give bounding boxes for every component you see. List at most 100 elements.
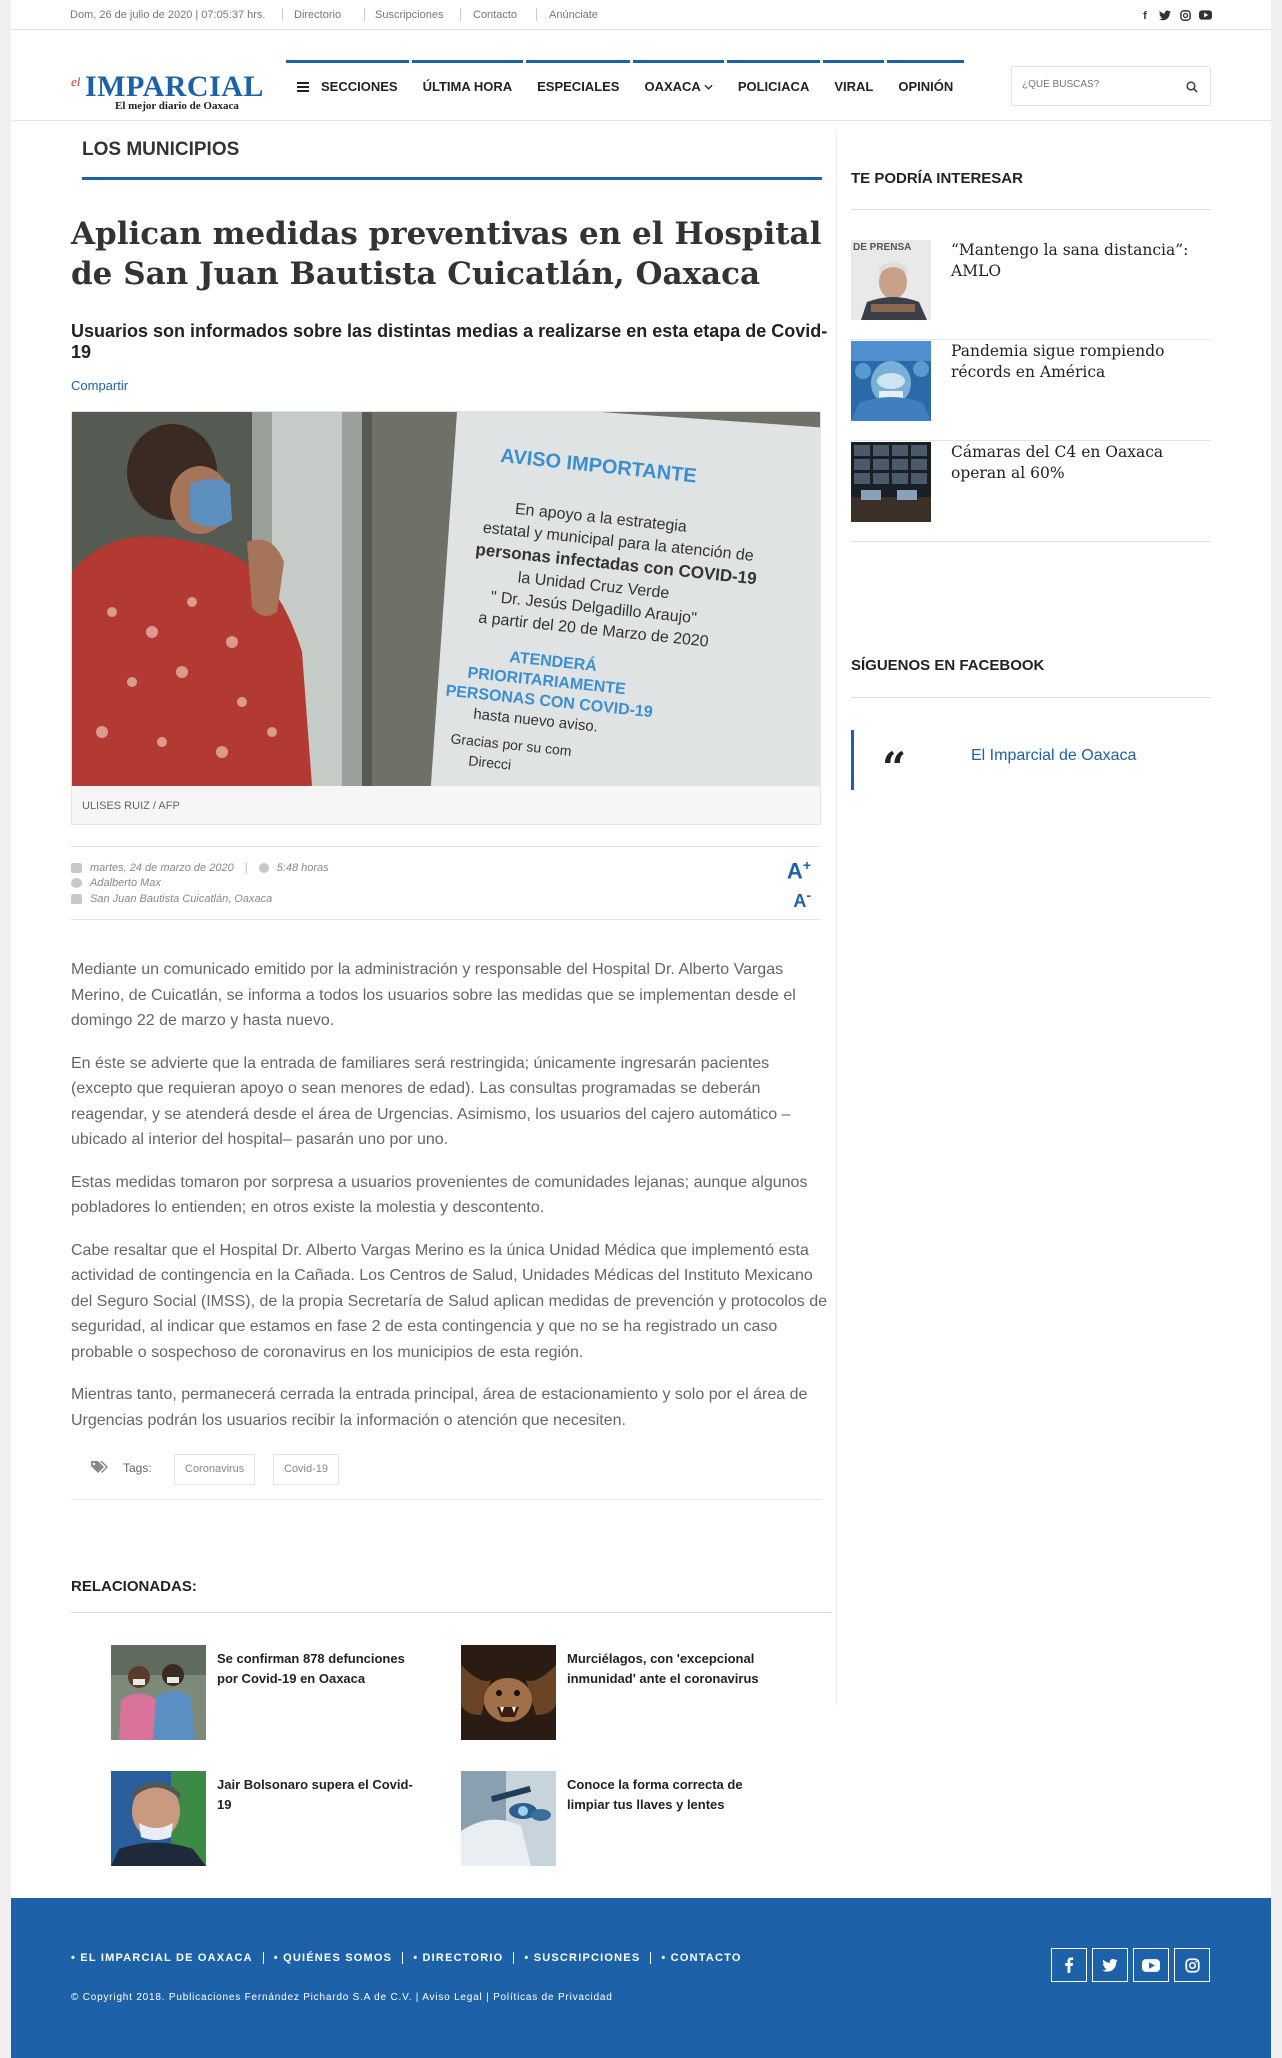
facebook-divider	[851, 697, 1211, 698]
youtube-icon[interactable]	[1199, 10, 1212, 22]
share-link[interactable]: Compartir	[71, 378, 128, 393]
sidebar-item[interactable]: Cámaras del C4 en Oaxaca operan al 60%	[851, 442, 1211, 542]
article-headline: Aplican medidas preventivas en el Hospit…	[71, 216, 822, 292]
page: Dom, 26 de julio de 2020 | 07:05:37 hrs.…	[11, 0, 1271, 2058]
calendar-icon	[71, 863, 82, 874]
sidebar-item[interactable]: Pandemia sigue rompiendo récords en Amér…	[851, 341, 1211, 441]
font-size-controls: A+ A-	[787, 853, 811, 913]
related-thumbnail[interactable]	[461, 1645, 556, 1740]
quote-icon: “	[882, 743, 907, 792]
footer-link-directorio[interactable]: • DIRECTORIO	[403, 1952, 515, 1964]
tags-icon	[91, 1461, 108, 1473]
site-logo[interactable]: el IMPARCIAL El mejor diario de Oaxaca	[71, 72, 281, 113]
twitter-icon[interactable]	[1092, 1948, 1128, 1982]
clock-icon	[258, 863, 269, 874]
instagram-icon[interactable]	[1174, 1948, 1210, 1982]
footer-links: • EL IMPARCIAL DE OAXACA • QUIÉNES SOMOS…	[71, 1952, 752, 1964]
sidebar-item[interactable]: DE PRENSA “Mantengo la sana distancia”: …	[851, 240, 1211, 340]
related-thumbnail[interactable]	[111, 1645, 206, 1740]
facebook-widget: “ El Imparcial de Oaxaca	[851, 730, 1211, 790]
top-bar: Dom, 26 de julio de 2020 | 07:05:37 hrs.…	[11, 0, 1271, 30]
related-item[interactable]: Jair Bolsonaro supera el Covid-19	[111, 1771, 431, 1867]
related-divider	[71, 1612, 831, 1613]
nav-policiaca[interactable]: POLICIACA	[726, 60, 821, 110]
main-nav: SECCIONES ÚLTIMA HORA ESPECIALES OAXACA …	[286, 60, 967, 110]
chevron-down-icon	[704, 84, 713, 90]
twitter-icon[interactable]	[1159, 10, 1171, 22]
facebook-page-link[interactable]: El Imparcial de Oaxaca	[971, 747, 1136, 765]
related-thumbnail[interactable]	[461, 1771, 556, 1866]
sidebar-headline[interactable]: Pandemia sigue rompiendo récords en Amér…	[951, 341, 1211, 383]
copyright: © Copyright 2018. Publicaciones Fernánde…	[71, 1992, 613, 2003]
related-item[interactable]: Murciélagos, con 'excepcional inmunidad'…	[461, 1645, 781, 1741]
related-title: RELACIONADAS:	[71, 1578, 197, 1595]
footer-link-contacto[interactable]: • CONTACTO	[651, 1952, 751, 1964]
related-headline[interactable]: Se confirman 878 defunciones por Covid-1…	[217, 1649, 427, 1689]
article-tags: Tags: Coronavirus Covid-19	[71, 1454, 821, 1500]
nav-viral[interactable]: VIRAL	[823, 60, 885, 110]
sidebar-thumbnail[interactable]	[851, 341, 931, 421]
related-item[interactable]: Se confirman 878 defunciones por Covid-1…	[111, 1645, 431, 1741]
paragraph: Mediante un comunicado emitido por la ad…	[71, 961, 796, 1029]
facebook-icon[interactable]	[1051, 1948, 1087, 1982]
paragraph: En éste se advierte que la entrada de fa…	[71, 1054, 791, 1149]
column-divider	[836, 130, 837, 1705]
sidebar-thumbnail[interactable]	[851, 442, 931, 522]
photo-caption: ULISES RUIZ / AFP	[82, 800, 180, 812]
related-headline[interactable]: Murciélagos, con 'excepcional inmunidad'…	[567, 1649, 777, 1689]
map-icon	[71, 894, 82, 905]
article-subtitle: Usuarios son informados sobre las distin…	[71, 321, 828, 362]
search-icon[interactable]	[1186, 81, 1198, 93]
section-divider	[82, 177, 822, 180]
top-link-suscripciones[interactable]: Suscripciones	[375, 9, 443, 21]
search-input[interactable]	[1022, 79, 1172, 90]
article-photo: AVISO IMPORTANTE En apoyo a la estrategi…	[72, 412, 820, 786]
article-author[interactable]: Adalberto Max	[90, 877, 161, 889]
search-box	[1011, 66, 1211, 106]
tag-covid-19[interactable]: Covid-19	[273, 1454, 340, 1485]
site-footer: • EL IMPARCIAL DE OAXACA • QUIÉNES SOMOS…	[11, 1898, 1271, 2058]
menu-icon	[297, 80, 309, 94]
nav-ultima-hora[interactable]: ÚLTIMA HORA	[411, 60, 524, 110]
font-increase-button[interactable]: A+	[787, 853, 811, 883]
top-link-contacto[interactable]: Contacto	[473, 9, 517, 21]
sidebar-thumbnail[interactable]: DE PRENSA	[851, 240, 931, 320]
instagram-icon[interactable]	[1179, 10, 1191, 22]
nav-opinion[interactable]: OPINIÓN	[887, 60, 965, 110]
paragraph: Mientras tanto, permanecerá cerrada la e…	[71, 1386, 808, 1429]
top-link-directorio[interactable]: Directorio	[294, 9, 341, 21]
footer-link-imparcial[interactable]: • EL IMPARCIAL DE OAXACA	[71, 1952, 264, 1964]
youtube-icon[interactable]	[1133, 1948, 1169, 1982]
section-label[interactable]: LOS MUNICIPIOS	[82, 139, 239, 161]
article-meta: martes, 24 de marzo de 2020 | 5:48 horas…	[71, 846, 821, 920]
nav-oaxaca[interactable]: OAXACA	[633, 60, 724, 110]
nav-especiales[interactable]: ESPECIALES	[526, 60, 631, 110]
footer-social-links	[1051, 1948, 1210, 1982]
paragraph: Cabe resaltar que el Hospital Dr. Albert…	[71, 1241, 827, 1361]
top-social-links: f	[1139, 10, 1212, 22]
sidebar-divider	[851, 209, 1211, 210]
related-item[interactable]: Conoce la forma correcta de limpiar tus …	[461, 1771, 781, 1867]
tag-coronavirus[interactable]: Coronavirus	[174, 1454, 256, 1485]
svg-text:DE PRENSA: DE PRENSA	[853, 242, 911, 253]
related-headline[interactable]: Conoce la forma correcta de limpiar tus …	[567, 1775, 777, 1815]
related-headline[interactable]: Jair Bolsonaro supera el Covid-19	[217, 1775, 427, 1815]
sidebar-title: TE PODRÍA INTERESAR	[851, 170, 1023, 187]
facebook-section-title: SÍGUENOS EN FACEBOOK	[851, 657, 1045, 674]
facebook-icon[interactable]: f	[1139, 10, 1151, 22]
footer-link-quienes-somos[interactable]: • QUIÉNES SOMOS	[264, 1952, 404, 1964]
sidebar-headline[interactable]: “Mantengo la sana distancia”: AMLO	[951, 240, 1211, 282]
sidebar-headline[interactable]: Cámaras del C4 en Oaxaca operan al 60%	[951, 442, 1211, 484]
article-figure: AVISO IMPORTANTE En apoyo a la estrategi…	[71, 411, 821, 825]
footer-link-suscripciones[interactable]: • SUSCRIPCIONES	[514, 1952, 652, 1964]
user-icon	[71, 878, 82, 889]
article-location: San Juan Bautista Cuicatlán, Oaxaca	[90, 893, 273, 905]
article-date: martes, 24 de marzo de 2020	[90, 862, 234, 874]
top-link-anunciate[interactable]: Anúnciate	[549, 9, 598, 21]
current-date: Dom, 26 de julio de 2020 | 07:05:37 hrs.	[70, 9, 266, 21]
paragraph: Estas medidas tomaron por sorpresa a usu…	[71, 1173, 808, 1217]
article-time: 5:48 horas	[276, 862, 329, 874]
nav-secciones[interactable]: SECCIONES	[286, 60, 409, 110]
related-thumbnail[interactable]	[111, 1771, 206, 1866]
font-decrease-button[interactable]: A-	[787, 883, 811, 913]
